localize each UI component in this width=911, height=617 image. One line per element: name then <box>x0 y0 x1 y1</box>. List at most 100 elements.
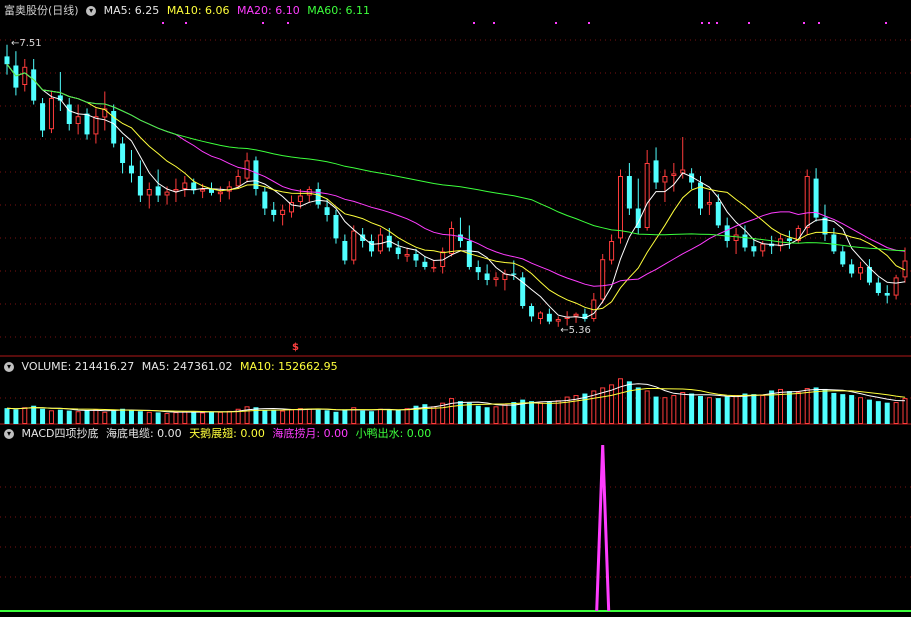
volume-bar-down <box>13 409 19 424</box>
signal-dots <box>162 22 887 24</box>
candle-body-down <box>395 247 401 254</box>
volume-bar-down <box>120 408 126 424</box>
volume-bar-down <box>315 409 321 424</box>
candle-body-up <box>573 313 579 317</box>
volume-bar-up <box>404 408 410 424</box>
volume-bar-down <box>866 399 872 424</box>
volume-bar-up <box>893 402 899 424</box>
candle-body-up <box>297 195 303 202</box>
volume-bar-up <box>48 410 54 424</box>
volume-bar-up <box>680 392 686 424</box>
candle-body-down <box>413 254 419 261</box>
volume-bar-down <box>253 407 259 424</box>
volume-bar-down <box>128 410 134 424</box>
volume-bar-down <box>191 411 197 424</box>
candle-body-up <box>182 182 188 189</box>
volume-ma5-value: MA5: 247361.02 <box>141 360 233 373</box>
volume-bar-down <box>262 409 268 424</box>
candle-body-up <box>609 241 615 261</box>
candle-body-down <box>324 207 330 215</box>
ma60-line <box>6 63 906 252</box>
volume-bar-down <box>208 411 214 424</box>
volume-bar-down <box>4 408 10 424</box>
signal-dot <box>716 22 718 24</box>
candle-body-down <box>342 241 348 261</box>
volume-bar-up <box>493 406 499 425</box>
volume-bar-down <box>751 394 757 424</box>
volume-bar-down <box>849 395 855 424</box>
volume-bar-down <box>875 401 881 424</box>
chevron-down-icon[interactable]: ▾ <box>4 362 14 372</box>
candle-body-up <box>493 277 499 280</box>
candle-body-up <box>760 243 766 252</box>
volume-bar-down <box>698 395 704 424</box>
volume-bar-up <box>644 390 650 425</box>
volume-bar-up <box>617 378 623 424</box>
candle-body-down <box>831 234 837 252</box>
volume-bar-down <box>813 387 819 424</box>
candle-body-down <box>751 246 757 252</box>
volume-bar-up <box>795 392 801 424</box>
volume-bar-up <box>75 411 81 425</box>
volume-bar-down <box>831 392 837 424</box>
candle-body-down <box>84 113 90 135</box>
chevron-down-icon[interactable]: ▾ <box>4 429 14 439</box>
signal-dot <box>162 22 164 24</box>
signal-dot <box>262 22 264 24</box>
volume-bar-up <box>164 413 170 424</box>
candle-body-down <box>475 267 481 273</box>
candle-body-up <box>173 189 179 192</box>
candle-body-down <box>875 282 881 293</box>
macd-panel-header: ▾ MACD四项抄底 海底电缆: 0.00 天鹅展翅: 0.00 海底捞月: 0… <box>4 427 435 441</box>
candle-body-up <box>164 191 170 196</box>
volume-bar-down <box>386 409 392 424</box>
indicator-haidi-dianlan: 海底电缆: 0.00 <box>105 427 182 440</box>
volume-bar-down <box>529 401 535 424</box>
stock-chart-canvas[interactable] <box>0 0 911 617</box>
volume-bar-down <box>342 409 348 424</box>
ma20-value: MA20: 6.10 <box>237 4 300 17</box>
grid-lines <box>0 39 911 578</box>
candle-body-down <box>529 306 535 317</box>
volume-bar-down <box>884 402 890 424</box>
volume-panel-header: ▾ VOLUME: 214416.27 MA5: 247361.02 MA10:… <box>4 360 342 374</box>
candle-body-up <box>706 202 712 205</box>
candle-body-down <box>137 176 143 196</box>
volume-bar-down <box>395 409 401 424</box>
candle-body-down <box>4 56 10 65</box>
volume-bar-up <box>102 411 108 424</box>
volume-bar-up <box>306 408 312 424</box>
signal-dot <box>803 22 805 24</box>
candle-body-up <box>48 98 54 130</box>
candle-body-down <box>786 238 792 241</box>
candle-body-down <box>715 202 721 226</box>
volume-bar-down <box>689 393 695 424</box>
candle-body-down <box>333 215 339 239</box>
candle-body-up <box>600 259 606 300</box>
candle-body-up <box>75 116 81 124</box>
volume-bar-up <box>289 409 295 425</box>
volume-bar-down <box>626 381 632 424</box>
signal-dot <box>588 22 590 24</box>
volume-bar-up <box>146 411 152 424</box>
high-price-annotation: ←7.51 <box>11 37 42 49</box>
volume-bar-down <box>635 387 641 424</box>
candle-body-down <box>120 143 126 163</box>
volume-bar-down <box>271 410 277 424</box>
symbol-title[interactable]: 富奥股份(日线) <box>4 4 79 17</box>
signal-dot <box>708 22 710 24</box>
signal-dot <box>885 22 887 24</box>
indicator-haidi-laoyue: 海底捞月: 0.00 <box>272 427 349 440</box>
chevron-down-icon[interactable]: ▾ <box>86 6 97 16</box>
candle-body-up <box>431 267 437 269</box>
candle-body-up <box>555 319 561 322</box>
volume-bar-down <box>84 410 90 424</box>
candle-body-up <box>217 191 223 195</box>
candle-body-up <box>671 173 677 176</box>
candle-body-down <box>128 165 134 174</box>
candle-body-down <box>511 273 517 275</box>
indicator-name[interactable]: MACD四项抄底 <box>22 427 99 440</box>
candle-body-up <box>449 228 455 254</box>
signal-dot <box>185 22 187 24</box>
signal-dot <box>748 22 750 24</box>
